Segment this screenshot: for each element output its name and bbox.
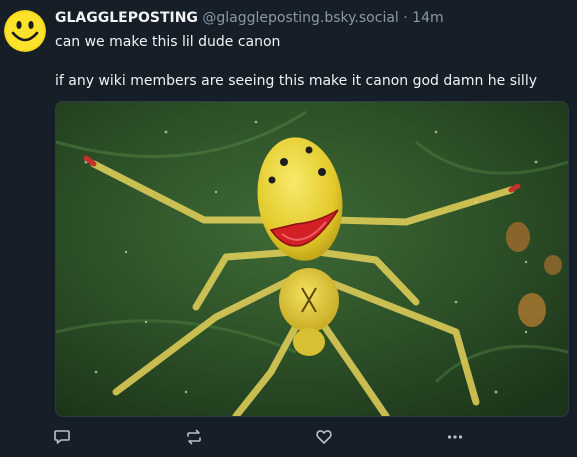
author-display-name[interactable]: GLAGGLEPOSTING [55, 10, 198, 26]
reply-icon [54, 430, 70, 444]
smiley-face-avatar-icon [4, 10, 46, 52]
heart-icon [316, 430, 332, 444]
more-options-button[interactable] [444, 427, 466, 447]
reply-button[interactable] [51, 427, 73, 447]
more-icon [447, 435, 463, 439]
post-time[interactable]: 14m [412, 10, 443, 26]
post: GLAGGLEPOSTING @glaggleposting.bsky.soci… [0, 0, 577, 457]
author-handle[interactable]: @glaggleposting.bsky.social [202, 10, 398, 26]
separator: · [403, 10, 408, 26]
avatar[interactable] [4, 10, 46, 52]
post-header: GLAGGLEPOSTING @glaggleposting.bsky.soci… [55, 9, 444, 27]
post-image[interactable] [55, 101, 569, 417]
action-bar [0, 427, 577, 449]
repost-icon [187, 429, 201, 445]
post-text-line-1: can we make this lil dude canon [55, 34, 281, 50]
post-text-line-2: if any wiki members are seeing this make… [55, 73, 537, 89]
spider-photo [56, 102, 568, 416]
repost-button[interactable] [183, 427, 205, 447]
like-button[interactable] [313, 427, 335, 447]
